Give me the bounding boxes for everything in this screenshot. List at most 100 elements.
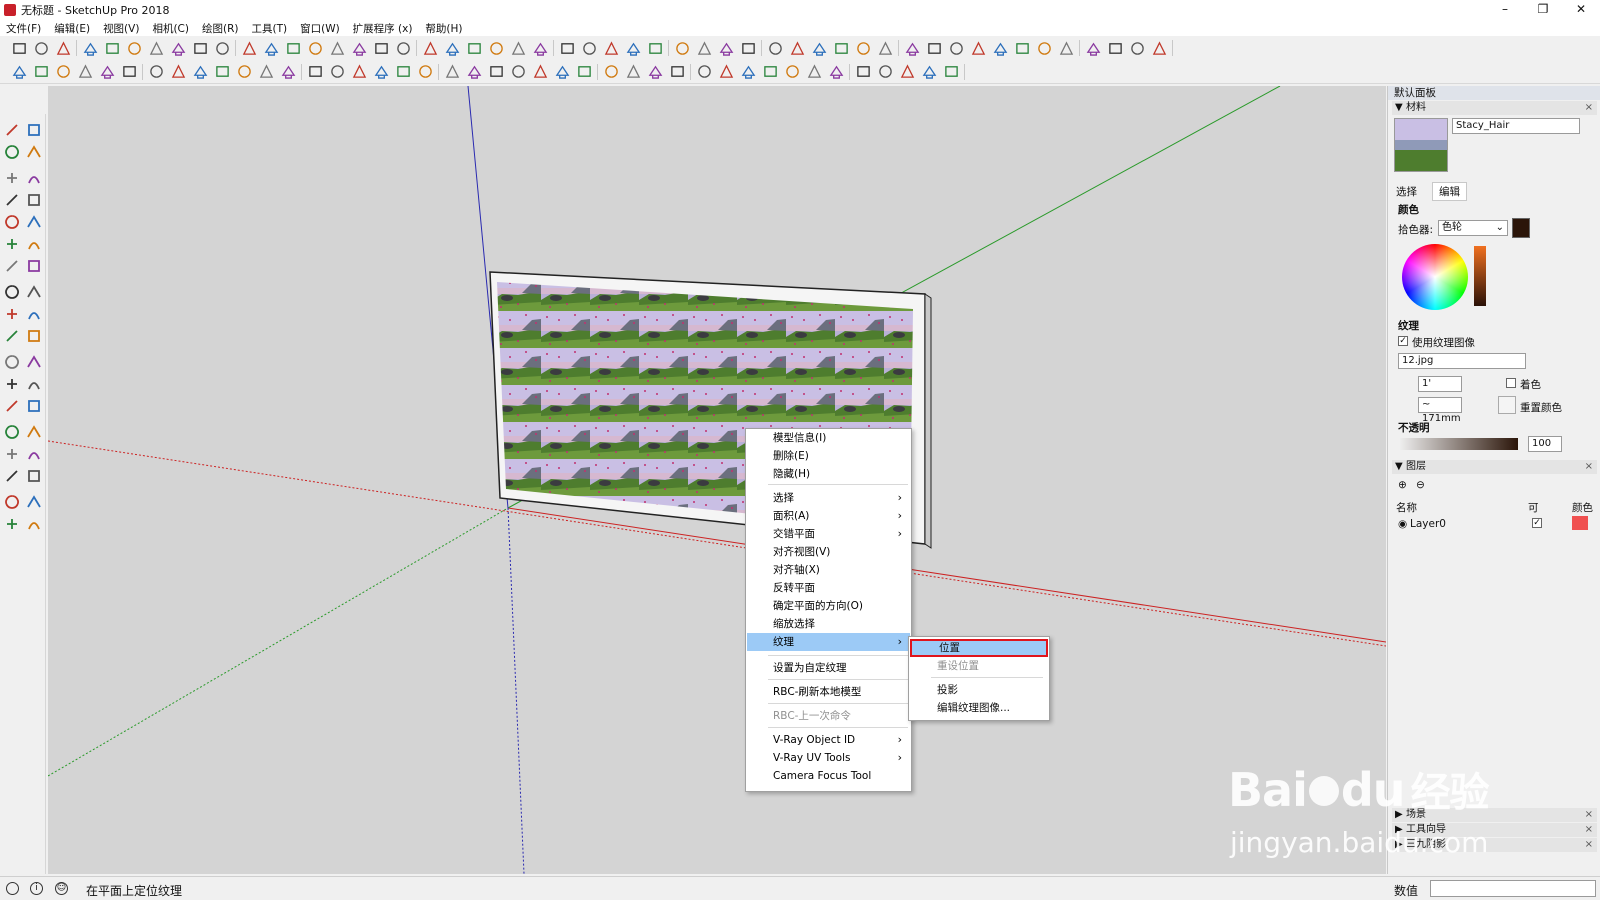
palette-tool-icon[interactable] — [4, 376, 20, 392]
layers-header[interactable]: ▼ 图层 × — [1392, 460, 1597, 474]
palette-tool-icon[interactable] — [4, 306, 20, 322]
palette-tool-icon[interactable] — [4, 144, 20, 160]
submenu-item[interactable]: 位置 — [910, 639, 1048, 657]
palette-tool-icon[interactable] — [4, 398, 20, 414]
material-name-field[interactable]: Stacy_Hair — [1452, 118, 1580, 134]
toolbar-tool-icon[interactable] — [947, 40, 965, 56]
toolbar-tool-icon[interactable] — [1013, 40, 1031, 56]
toolbar-tool-icon[interactable] — [103, 40, 121, 56]
menu-edit[interactable]: 编辑(E) — [54, 21, 90, 36]
palette-tool-icon[interactable] — [4, 424, 20, 440]
toolbar-tool-icon[interactable] — [394, 40, 412, 56]
toolbar-tool-icon[interactable] — [531, 64, 549, 80]
toolbar-tool-icon[interactable] — [898, 64, 916, 80]
toolbar-tool-icon[interactable] — [76, 64, 94, 80]
toolbar-tool-icon[interactable] — [465, 40, 483, 56]
toolbar-tool-icon[interactable] — [761, 64, 779, 80]
menu-draw[interactable]: 绘图(R) — [202, 21, 239, 36]
model-viewport[interactable] — [48, 86, 1386, 874]
toolbar-tool-icon[interactable] — [695, 40, 713, 56]
palette-tool-icon[interactable] — [26, 494, 42, 510]
palette-tool-icon[interactable] — [26, 122, 42, 138]
toolbar-tool-icon[interactable] — [328, 40, 346, 56]
palette-tool-icon[interactable] — [4, 446, 20, 462]
toolbar-tool-icon[interactable] — [602, 64, 620, 80]
toolbar-tool-icon[interactable] — [766, 40, 784, 56]
toolbar-tool-icon[interactable] — [169, 64, 187, 80]
toolbar-tool-icon[interactable] — [10, 40, 28, 56]
toolbar-tool-icon[interactable] — [32, 40, 50, 56]
palette-tool-icon[interactable] — [4, 284, 20, 300]
palette-tool-icon[interactable] — [26, 258, 42, 274]
minimize-button[interactable]: – — [1486, 0, 1524, 20]
toolbar-tool-icon[interactable] — [240, 40, 258, 56]
toolbar-tool-icon[interactable] — [602, 40, 620, 56]
opacity-slider[interactable] — [1400, 438, 1518, 450]
remove-layer-icon[interactable]: ⊖ — [1416, 479, 1425, 491]
palette-tool-icon[interactable] — [26, 354, 42, 370]
toolbar-tool-icon[interactable] — [1035, 40, 1053, 56]
toolbar-tool-icon[interactable] — [788, 40, 806, 56]
toolbar-tool-icon[interactable] — [624, 64, 642, 80]
toolbar-tool-icon[interactable] — [350, 64, 368, 80]
toolbar-tool-icon[interactable] — [191, 40, 209, 56]
context-menu-item[interactable]: 删除(E) — [747, 447, 910, 465]
toolbar-tool-icon[interactable] — [169, 40, 187, 56]
menu-extensions[interactable]: 扩展程序 (x) — [353, 21, 413, 36]
toolbar-tool-icon[interactable] — [306, 64, 324, 80]
palette-tool-icon[interactable] — [26, 306, 42, 322]
context-menu-item[interactable]: 确定平面的方向(O) — [747, 597, 910, 615]
tab-edit[interactable]: 编辑 — [1432, 182, 1467, 201]
color-wheel[interactable] — [1402, 244, 1468, 310]
toolbar-tool-icon[interactable] — [673, 40, 691, 56]
toolbar-tool-icon[interactable] — [575, 64, 593, 80]
toolbar-tool-icon[interactable] — [54, 64, 72, 80]
toolbar-tool-icon[interactable] — [1057, 40, 1075, 56]
palette-tool-icon[interactable] — [4, 354, 20, 370]
toolbar-tool-icon[interactable] — [306, 40, 324, 56]
toolbar-tool-icon[interactable] — [558, 40, 576, 56]
context-menu-item[interactable]: RBC-上一次命令 — [747, 707, 910, 725]
menu-view[interactable]: 视图(V) — [103, 21, 139, 36]
context-menu-item[interactable]: V-Ray Object ID › — [747, 731, 910, 749]
restore-button[interactable]: ❐ — [1524, 0, 1562, 20]
toolbar-tool-icon[interactable] — [213, 64, 231, 80]
toolbar-tool-icon[interactable] — [350, 40, 368, 56]
toolbar-tool-icon[interactable] — [739, 40, 757, 56]
texture-file-field[interactable]: 12.jpg — [1398, 353, 1526, 369]
texture-height-field[interactable]: ~ 171mm — [1418, 397, 1462, 424]
toolbar-tool-icon[interactable] — [925, 40, 943, 56]
toolbar-tool-icon[interactable] — [1106, 40, 1124, 56]
menu-camera[interactable]: 相机(C) — [152, 21, 189, 36]
toolbar-tool-icon[interactable] — [257, 64, 275, 80]
palette-tool-icon[interactable] — [26, 516, 42, 532]
palette-tool-icon[interactable] — [4, 236, 20, 252]
use-texture-checkbox[interactable]: ✓ — [1398, 336, 1408, 346]
toolbar-tool-icon[interactable] — [805, 64, 823, 80]
menu-help[interactable]: 帮助(H) — [425, 21, 462, 36]
toolbar-tool-icon[interactable] — [509, 64, 527, 80]
palette-tool-icon[interactable] — [26, 170, 42, 186]
close-button[interactable]: ✕ — [1562, 0, 1600, 20]
toolbar-tool-icon[interactable] — [487, 40, 505, 56]
toolbar-tool-icon[interactable] — [646, 64, 664, 80]
context-menu-item[interactable]: RBC-刷新本地模型 — [747, 683, 910, 701]
toolbar-tool-icon[interactable] — [465, 64, 483, 80]
palette-tool-icon[interactable] — [4, 258, 20, 274]
toolbar-tool-icon[interactable] — [531, 40, 549, 56]
toolbar-tool-icon[interactable] — [372, 40, 390, 56]
context-menu-item[interactable]: 面积(A) › — [747, 507, 910, 525]
toolbar-tool-icon[interactable] — [487, 64, 505, 80]
submenu-item[interactable]: 重设位置 — [910, 657, 1048, 675]
toolbar-tool-icon[interactable] — [372, 64, 390, 80]
toolbar-tool-icon[interactable] — [969, 40, 987, 56]
palette-tool-icon[interactable] — [26, 376, 42, 392]
palette-tool-icon[interactable] — [26, 284, 42, 300]
user-icon[interactable]: ☺ — [55, 882, 68, 895]
toolbar-tool-icon[interactable] — [147, 64, 165, 80]
brightness-slider[interactable] — [1474, 246, 1486, 306]
reset-color-button[interactable] — [1498, 396, 1516, 414]
picker-select[interactable]: 色轮 ⌄ — [1438, 220, 1508, 236]
toolbar-tool-icon[interactable] — [235, 64, 253, 80]
palette-tool-icon[interactable] — [4, 192, 20, 208]
